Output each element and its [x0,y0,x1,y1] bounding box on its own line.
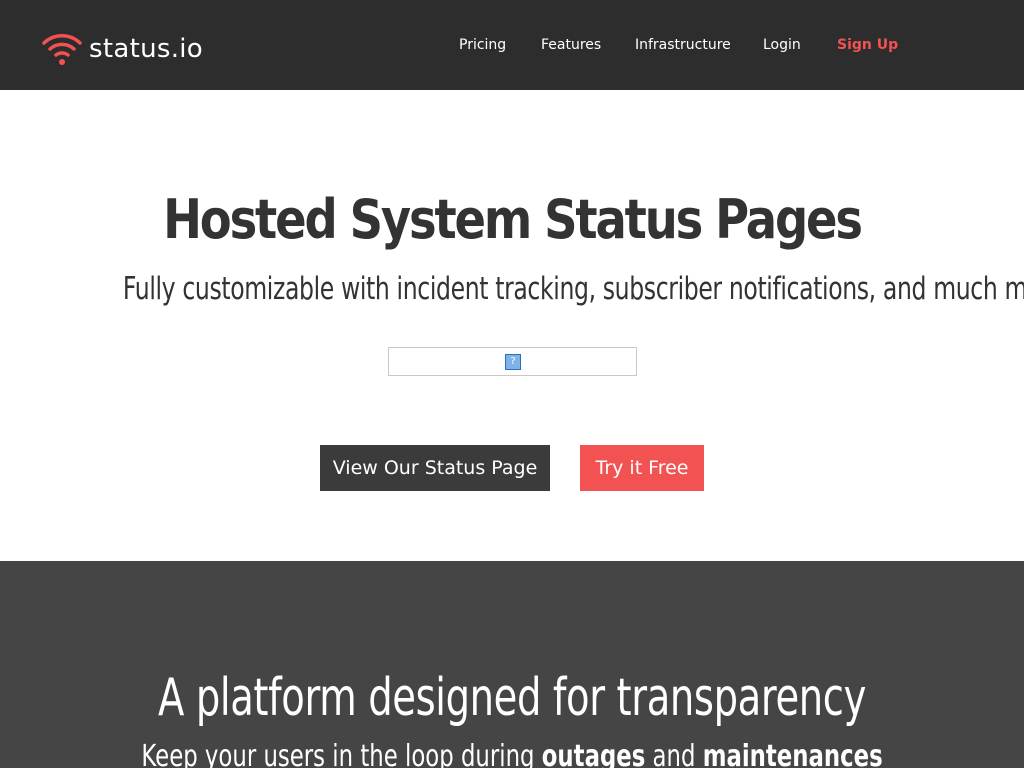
platform-maintenances: maintenances [702,739,883,768]
nav-pricing[interactable]: Pricing [459,36,506,54]
platform-subtitle-and: and [645,739,703,768]
hero-title: Hosted System Status Pages [163,188,863,251]
view-status-page-button[interactable]: View Our Status Page [320,445,550,491]
platform-section: A platform designed for transparency Kee… [0,561,1024,768]
nav-signup[interactable]: Sign Up [837,36,898,54]
broken-image-icon: ? [505,354,521,370]
broken-image: ? [388,347,637,376]
platform-outages: outages [541,739,646,768]
main-nav: Pricing Features Infrastructure Login Si… [0,36,1024,54]
hero-subtitle: Fully customizable with incident trackin… [122,271,1024,307]
platform-subtitle-start: Keep your users in the loop during [141,739,542,768]
platform-title: A platform designed for transparency [158,668,866,728]
platform-subtitle: Keep your users in the loop during outag… [123,737,901,768]
nav-features[interactable]: Features [541,36,601,54]
nav-infrastructure[interactable]: Infrastructure [635,36,731,54]
site-header: status.io Pricing Features Infrastructur… [0,0,1024,90]
nav-login[interactable]: Login [763,36,801,54]
try-free-button[interactable]: Try it Free [580,445,704,491]
